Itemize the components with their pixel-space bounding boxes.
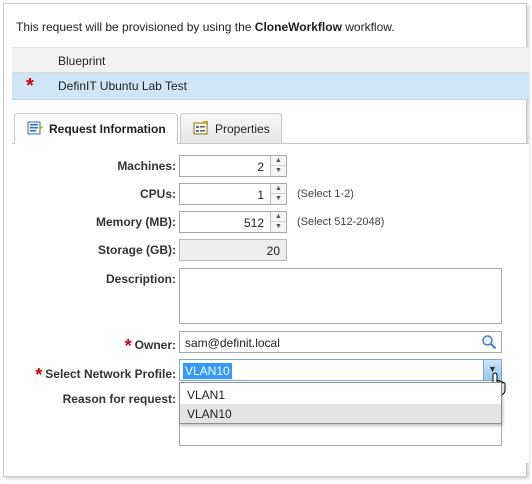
- cpus-label: CPUs:: [139, 187, 176, 201]
- intro-prefix: This request will be provisioned by usin…: [16, 20, 255, 34]
- blueprint-row[interactable]: * DefinIT Ubuntu Lab Test: [12, 73, 529, 100]
- network-profile-selected-value: VLAN10: [183, 363, 232, 379]
- owner-label: Owner:: [134, 338, 176, 352]
- form-icon: [27, 121, 43, 135]
- increment-arrow-icon[interactable]: ▲: [271, 212, 286, 222]
- decrement-arrow-icon[interactable]: ▼: [271, 222, 286, 232]
- decrement-arrow-icon[interactable]: ▼: [271, 194, 286, 204]
- blueprint-name: DefinIT Ubuntu Lab Test: [58, 79, 187, 93]
- increment-arrow-icon[interactable]: ▲: [271, 184, 286, 194]
- required-marker: *: [35, 365, 43, 385]
- properties-icon: [193, 121, 208, 135]
- tab-label: Properties: [215, 122, 270, 136]
- network-profile-select[interactable]: VLAN10 ▼: [179, 359, 502, 381]
- option-label: VLAN1: [187, 388, 226, 402]
- memory-stepper[interactable]: 512 ▲ ▼: [179, 211, 287, 233]
- cpus-stepper[interactable]: 1 ▲ ▼: [179, 183, 287, 205]
- stepper-arrows: ▲ ▼: [270, 212, 286, 232]
- stepper-arrows: ▲ ▼: [270, 184, 286, 204]
- increment-arrow-icon[interactable]: ▲: [271, 156, 286, 166]
- memory-value: 512: [243, 216, 264, 230]
- tab-properties[interactable]: Properties: [180, 113, 282, 143]
- search-icon[interactable]: [481, 334, 497, 350]
- description-textarea[interactable]: [179, 268, 502, 324]
- network-profile-label: Select Network Profile:: [45, 367, 176, 381]
- workflow-name: CloneWorkflow: [254, 20, 342, 34]
- storage-field: 20: [179, 239, 287, 261]
- required-marker: *: [124, 336, 132, 356]
- storage-label: Storage (GB):: [98, 243, 176, 257]
- machines-label: Machines:: [117, 159, 176, 173]
- blueprint-table: Blueprint * DefinIT Ubuntu Lab Test: [12, 47, 529, 100]
- owner-field[interactable]: sam@definit.local: [179, 331, 502, 353]
- reason-label: Reason for request:: [62, 392, 176, 406]
- option-label: VLAN10: [187, 407, 232, 421]
- machines-stepper[interactable]: 2 ▲ ▼: [179, 155, 287, 177]
- request-form-window: This request will be provisioned by usin…: [3, 3, 529, 477]
- tab-bar: Request Information Properties: [12, 113, 529, 144]
- decrement-arrow-icon[interactable]: ▼: [271, 166, 286, 176]
- required-marker: *: [26, 75, 34, 97]
- blueprint-column-header[interactable]: Blueprint: [58, 54, 105, 68]
- owner-label-group: * Owner:: [124, 333, 176, 356]
- intro-suffix: workflow.: [341, 20, 395, 34]
- storage-value: 20: [266, 244, 280, 258]
- machines-value: 2: [257, 160, 264, 174]
- cpus-hint: (Select 1-2): [297, 188, 354, 200]
- dropdown-option[interactable]: VLAN1: [180, 385, 501, 404]
- request-information-panel: Machines: 2 ▲ ▼ CPUs: 1 ▲ ▼ (Select 1-2)…: [12, 143, 529, 463]
- memory-label: Memory (MB):: [96, 215, 176, 229]
- blueprint-table-header: Blueprint: [12, 47, 529, 73]
- memory-hint: (Select 512-2048): [297, 216, 385, 228]
- network-profile-dropdown-list: VLAN1 VLAN10: [179, 382, 502, 424]
- description-label: Description:: [105, 272, 176, 286]
- tab-request-information[interactable]: Request Information: [14, 113, 178, 144]
- cpus-value: 1: [257, 188, 264, 202]
- stepper-arrows: ▲ ▼: [270, 156, 286, 176]
- dropdown-option-highlighted[interactable]: VLAN10: [180, 404, 501, 423]
- intro-text: This request will be provisioned by usin…: [16, 20, 395, 34]
- tab-label: Request Information: [49, 122, 166, 136]
- network-profile-label-group: * Select Network Profile:: [35, 362, 176, 385]
- owner-value: sam@definit.local: [185, 336, 280, 350]
